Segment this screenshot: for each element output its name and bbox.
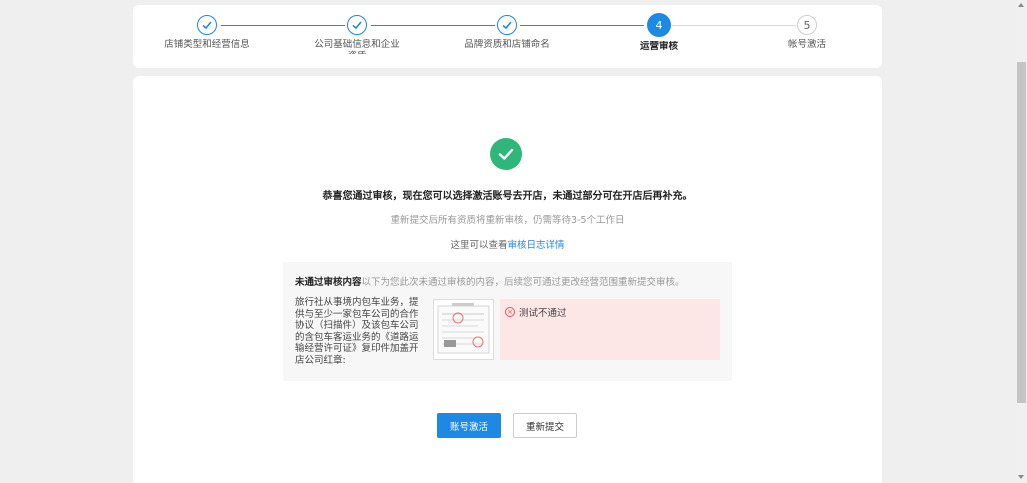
document-thumbnail[interactable]	[433, 299, 494, 360]
review-result-card: 恭喜您通过审核，现在您可以选择激活账号去开店，未通过部分可在开店后再补充。 重新…	[133, 76, 882, 483]
step-3: 品牌资质和店铺命名	[452, 15, 562, 54]
progress-steps: 店铺类型和经营信息 公司基础信息和企业资质 品牌资质和店铺命名 4 运营审核 5…	[133, 5, 882, 68]
step-2: 公司基础信息和企业资质	[302, 15, 412, 54]
step-1: 店铺类型和经营信息	[152, 15, 262, 54]
scroll-down-arrow-icon[interactable]	[1018, 475, 1024, 479]
scroll-thumb[interactable]	[1017, 62, 1026, 403]
result-title: 恭喜您通过审核，现在您可以选择激活账号去开店，未通过部分可在开店后再补充。	[322, 191, 693, 202]
log-prefix: 这里可以查看	[450, 240, 508, 251]
step-label: 帐号激活	[787, 39, 826, 50]
step-number: 4	[647, 13, 671, 37]
error-circle-icon: ×	[505, 307, 515, 317]
step-label: 公司基础信息和企业资质	[314, 39, 400, 54]
activate-account-button[interactable]: 账号激活	[437, 413, 501, 438]
step-number: 5	[797, 15, 817, 35]
rejected-item-text: 旅行社从事境内包车业务，提供与至少一家包车公司的合作协议（扫描件）及该包车公司的…	[295, 297, 419, 366]
resubmit-note: 重新提交后所有资质将重新审核，仍需等待3-5个工作日	[390, 215, 625, 226]
audit-log-link[interactable]: 审核日志详情	[508, 240, 565, 251]
step-4: 4 运营审核	[604, 13, 714, 54]
step-label: 运营审核	[639, 41, 678, 52]
resubmit-button[interactable]: 重新提交	[513, 413, 577, 438]
scroll-up-arrow-icon[interactable]	[1018, 3, 1024, 7]
check-icon	[497, 15, 517, 35]
check-icon	[197, 15, 217, 35]
rejection-reason: × 测试不通过	[500, 299, 720, 360]
rejected-content-panel: 未通过审核内容以下为您此次未通过审核的内容，后续您可通过更改经营范围重新提交审核…	[283, 262, 732, 381]
rejected-heading-desc: 以下为您此次未通过审核的内容，后续您可通过更改经营范围重新提交审核。	[361, 277, 685, 288]
check-icon	[347, 15, 367, 35]
success-check-icon	[490, 138, 522, 170]
log-line: 这里可以查看审核日志详情	[133, 237, 882, 251]
step-5: 5 帐号激活	[752, 15, 862, 54]
step-label: 店铺类型和经营信息	[164, 39, 250, 50]
rejected-heading-title: 未通过审核内容	[295, 277, 362, 288]
rejection-reason-text: 测试不通过	[519, 308, 567, 319]
rejected-heading: 未通过审核内容以下为您此次未通过审核的内容，后续您可通过更改经营范围重新提交审核…	[295, 274, 685, 288]
vertical-scrollbar[interactable]	[1015, 0, 1027, 483]
step-label: 品牌资质和店铺命名	[464, 39, 550, 50]
